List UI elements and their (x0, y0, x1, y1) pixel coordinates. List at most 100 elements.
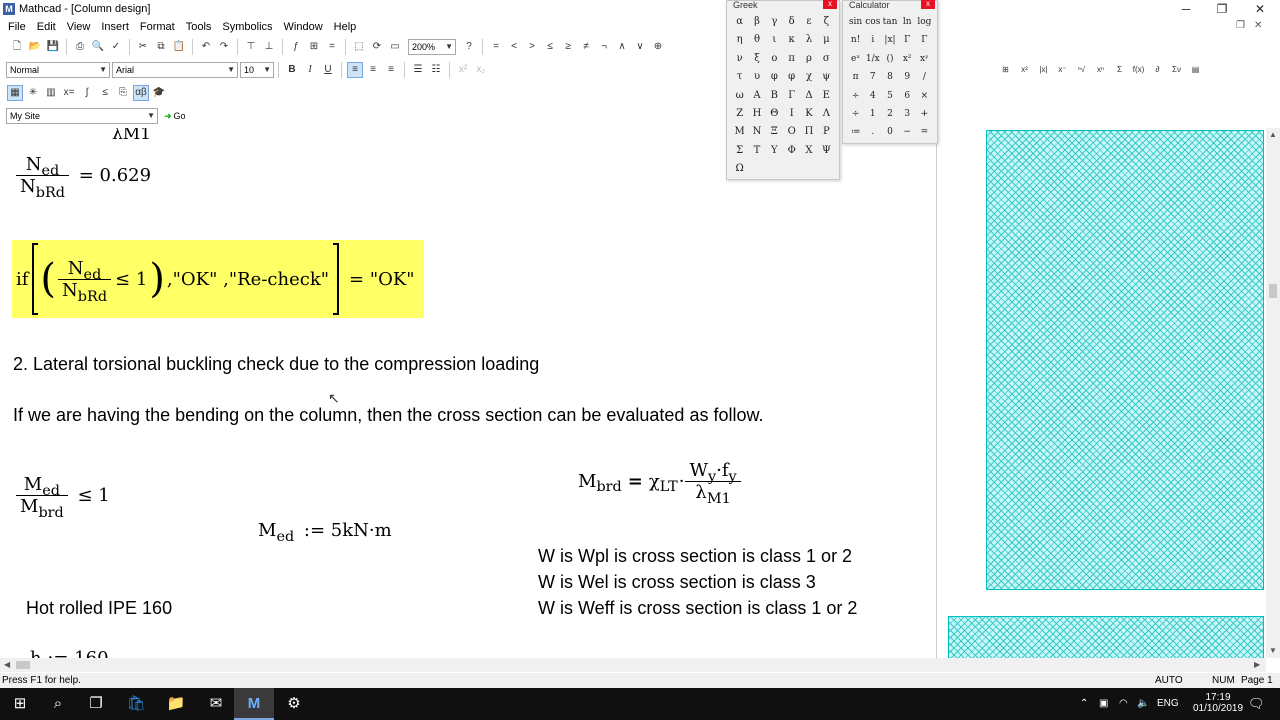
calculator-key-button[interactable]: 4 (864, 87, 881, 105)
note-wpl[interactable]: W is Wpl is cross section is class 1 or … (538, 546, 852, 567)
op-and[interactable]: ∧ (615, 40, 629, 54)
worksheet[interactable]: λM1 Ned NbRd = 0.629 if ( Ned NbRd ≤ 1 )… (0, 128, 937, 658)
greek-symbol-button[interactable]: Τ (748, 142, 765, 160)
keyword-factor-icon[interactable]: x⁻ (1055, 63, 1070, 77)
greek-symbol-button[interactable]: Ε (818, 87, 835, 105)
insert-component-icon[interactable]: ⬚ (352, 40, 366, 54)
calculator-key-button[interactable]: i (864, 31, 881, 49)
greek-symbol-button[interactable]: φ (783, 68, 800, 86)
greek-symbol-button[interactable]: Ζ (731, 105, 748, 123)
new-file-icon[interactable]: 🗋 (10, 40, 24, 54)
matrix-toolbar-icon[interactable]: ▥ (44, 86, 58, 100)
menu-format[interactable]: Format (140, 21, 183, 33)
op-less[interactable]: < (507, 40, 521, 54)
doc-close-icon[interactable]: ✕ (1254, 20, 1262, 31)
volume-icon[interactable]: 🔈 (1137, 688, 1149, 720)
calculator-key-button[interactable]: = (916, 123, 933, 141)
doc-restore-icon[interactable]: ❐ (1236, 20, 1245, 31)
greek-symbol-button[interactable]: ν (731, 50, 748, 68)
calculator-key-button[interactable]: Γ (899, 31, 916, 49)
language-indicator[interactable]: ENG (1157, 688, 1179, 720)
settings-app-icon[interactable]: ⚙ (274, 688, 314, 720)
greek-symbol-button[interactable]: Χ (800, 142, 817, 160)
profile-text[interactable]: Hot rolled IPE 160 (26, 598, 172, 619)
subscript-icon[interactable]: x₂ (474, 63, 488, 77)
section-paragraph[interactable]: If we are having the bending on the colu… (13, 405, 763, 426)
close-button[interactable]: ✕ (1242, 0, 1278, 18)
spell-check-icon[interactable]: ✓ (109, 40, 123, 54)
evaluation-toolbar-icon[interactable]: x= (62, 86, 76, 100)
mbrd-definition-region[interactable]: Mbrd = χ LT · Wy·fy λM1 (578, 460, 741, 507)
greek-toolbar-icon[interactable]: αβ (133, 85, 149, 101)
menu-insert[interactable]: Insert (101, 21, 137, 33)
calculator-key-button[interactable]: 5 (881, 87, 898, 105)
if-check-region[interactable]: if ( Ned NbRd ≤ 1 ) ,"OK" ,"Re-check" = … (12, 240, 424, 318)
calculator-key-button[interactable]: tan (881, 13, 898, 31)
calculator-key-button[interactable]: 9 (899, 68, 916, 86)
menu-edit[interactable]: Edit (37, 21, 64, 33)
calculator-key-button[interactable]: 6 (899, 87, 916, 105)
keyword-evaluate-icon[interactable]: ⊞ (998, 63, 1013, 77)
calculate-icon[interactable]: = (325, 40, 339, 54)
greek-symbol-button[interactable]: Ο (783, 123, 800, 141)
keyword-series-icon[interactable]: Σ (1112, 63, 1127, 77)
print-icon[interactable]: ⎙ (73, 40, 87, 54)
maximize-button[interactable]: ❐ (1204, 0, 1240, 18)
keyword-sum-icon[interactable]: Σν (1169, 63, 1184, 77)
superscript-icon[interactable]: x² (456, 63, 470, 77)
calculator-key-button[interactable]: sin (847, 13, 864, 31)
greek-symbol-button[interactable]: φ (766, 68, 783, 86)
calculator-key-button[interactable]: ≔ (847, 123, 864, 141)
greek-symbol-button[interactable]: π (783, 50, 800, 68)
greek-symbol-button[interactable]: Γ (783, 87, 800, 105)
greek-symbol-button[interactable]: Ξ (766, 123, 783, 141)
keyword-collect-icon[interactable]: f(x) (1131, 63, 1146, 77)
note-wel[interactable]: W is Wel is cross section is class 3 (538, 572, 816, 593)
greek-symbol-button[interactable]: Σ (731, 142, 748, 160)
keyword-matrix-icon[interactable]: ▤ (1188, 63, 1203, 77)
boolean-toolbar-icon[interactable]: ≤ (98, 86, 112, 100)
italic-button[interactable]: I (303, 63, 317, 77)
redo-icon[interactable]: ↷ (217, 40, 231, 54)
calculator-key-button[interactable]: − (899, 123, 916, 141)
calculator-key-button[interactable]: 8 (881, 68, 898, 86)
calculator-key-button[interactable]: 1 (864, 105, 881, 123)
calculator-palette-close-button[interactable]: x (921, 0, 935, 9)
calculator-toolbar-icon[interactable]: ▦ (7, 85, 23, 101)
note-weff[interactable]: W is Weff is cross section is class 1 or… (538, 598, 857, 619)
menu-file[interactable]: File (8, 21, 34, 33)
scroll-up-icon[interactable]: ▲ (1269, 130, 1277, 139)
calculator-key-button[interactable]: 0 (881, 123, 898, 141)
greek-symbol-button[interactable]: ω (731, 87, 748, 105)
greek-symbol-button[interactable]: ζ (818, 13, 835, 31)
calculator-key-button[interactable]: ÷ (847, 87, 864, 105)
calculator-key-button[interactable]: x² (899, 50, 916, 68)
greek-symbol-button[interactable]: γ (766, 13, 783, 31)
op-greater-equal[interactable]: ≥ (561, 40, 575, 54)
op-greater[interactable]: > (525, 40, 539, 54)
op-less-equal[interactable]: ≤ (543, 40, 557, 54)
scroll-down-icon[interactable]: ▼ (1269, 646, 1277, 655)
menu-view[interactable]: View (67, 21, 99, 33)
style-select[interactable]: Normal ▼ (6, 62, 110, 78)
window-icon[interactable]: ▭ (388, 40, 402, 54)
site-select[interactable]: My Site ▼ (6, 108, 158, 124)
section-heading[interactable]: 2. Lateral torsional buckling check due … (13, 354, 539, 375)
align-right-icon[interactable]: ≡ (384, 63, 398, 77)
bullet-list-icon[interactable]: ☰ (411, 63, 425, 77)
keyword-expand-icon[interactable]: |x| (1036, 63, 1051, 77)
greek-palette-close-button[interactable]: x (823, 0, 837, 9)
horizontal-scrollbar[interactable]: ◀ ▶ (0, 658, 1266, 672)
store-icon[interactable]: 🛍 (116, 688, 156, 720)
calculator-key-button[interactable]: 7 (864, 68, 881, 86)
calculator-key-button[interactable]: ÷ (847, 105, 864, 123)
task-view-icon[interactable]: ❐ (76, 688, 116, 720)
greek-symbol-button[interactable]: δ (783, 13, 800, 31)
font-select[interactable]: Arial ▼ (112, 62, 238, 78)
mathcad-taskbar-icon[interactable]: M (234, 688, 274, 720)
calculator-key-button[interactable]: () (881, 50, 898, 68)
wifi-icon[interactable]: ◠ (1119, 688, 1128, 720)
keyword-simplify-icon[interactable]: x² (1017, 63, 1032, 77)
calculator-key-button[interactable]: 1/x (864, 50, 881, 68)
calculator-key-button[interactable]: π (847, 68, 864, 86)
